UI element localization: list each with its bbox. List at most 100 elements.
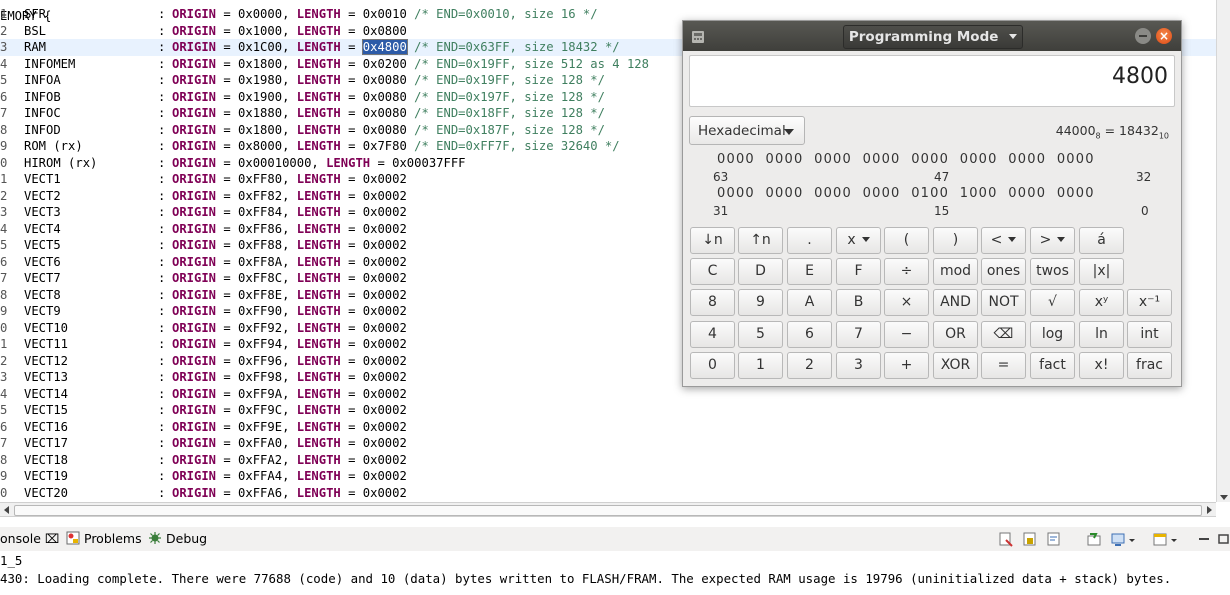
colon: :	[158, 106, 166, 120]
calc-key[interactable]: +	[884, 352, 929, 379]
calc-key[interactable]: E	[787, 258, 832, 285]
scroll-down-arrow-icon[interactable]	[1220, 495, 1228, 500]
keyword: LENGTH	[296, 419, 341, 434]
calculator-menu-icon[interactable]	[691, 29, 705, 43]
calc-key[interactable]: ×	[884, 289, 929, 316]
calc-key[interactable]: XOR	[933, 352, 978, 379]
number-base-select[interactable]: Hexadecimal	[689, 116, 805, 145]
scroll-left-arrow-icon[interactable]	[4, 506, 9, 514]
minimize-icon[interactable]	[1196, 531, 1212, 547]
tab-problems[interactable]: Problems	[66, 531, 142, 547]
calc-key[interactable]: ÷	[884, 258, 929, 285]
maximize-icon[interactable]	[1216, 531, 1230, 547]
calc-key[interactable]: á	[1079, 227, 1124, 254]
scroll-right-arrow-icon[interactable]	[1207, 506, 1212, 514]
calc-key[interactable]: x	[836, 227, 881, 254]
calc-key[interactable]: OR	[933, 321, 978, 348]
console-line: 430: Loading complete. There were 77688 …	[0, 571, 1172, 586]
word-wrap-icon[interactable]	[1046, 531, 1062, 547]
open-console-icon[interactable]	[1152, 531, 1168, 547]
calc-key[interactable]: log	[1030, 321, 1075, 348]
calc-key-label: F	[854, 263, 863, 279]
close-button[interactable]: ×	[1156, 28, 1172, 44]
calc-key[interactable]: 6	[787, 321, 832, 348]
scroll-lock-icon[interactable]	[1022, 531, 1038, 547]
calc-key[interactable]: <	[981, 227, 1026, 254]
mode-menu-button[interactable]: Programming Mode	[843, 25, 1023, 49]
code-line[interactable]: 6 VECT16: ORIGIN = 0xFF9E, LENGTH = 0x0002	[0, 419, 1216, 436]
line-number: 3	[0, 370, 8, 384]
code-line[interactable]: 5 VECT15: ORIGIN = 0xFF9C, LENGTH = 0x0002	[0, 402, 1216, 419]
calc-key[interactable]: ↓n	[690, 227, 735, 254]
bit-row-high[interactable]: 0000 0000 0000 0000 0000 0000 0000 0000	[717, 152, 1095, 167]
code-token: = 0xFF98,	[216, 370, 297, 384]
tab-debug[interactable]: Debug	[148, 531, 207, 547]
pin-console-icon[interactable]	[1086, 531, 1102, 547]
calc-key[interactable]: ↑n	[738, 227, 783, 254]
calc-key[interactable]: C	[690, 258, 735, 285]
code-line[interactable]: 7 VECT17: ORIGIN = 0xFFA0, LENGTH = 0x0002	[0, 435, 1216, 452]
tab-console[interactable]: onsole ⌧	[0, 531, 59, 547]
chevron-down-icon[interactable]	[1128, 531, 1136, 547]
code-token: = 0x0002	[340, 386, 407, 401]
memory-region-name: VECT14	[24, 386, 69, 401]
calc-key[interactable]: mod	[933, 258, 978, 285]
calc-key[interactable]: (	[884, 227, 929, 254]
calc-key[interactable]: 3	[836, 352, 881, 379]
calc-key[interactable]: D	[738, 258, 783, 285]
calc-key[interactable]: >	[1030, 227, 1075, 254]
memory-region-name: VECT15	[24, 403, 69, 417]
calc-key[interactable]: 1	[738, 352, 783, 379]
clear-console-icon[interactable]	[998, 531, 1014, 547]
calc-key[interactable]: 5	[738, 321, 783, 348]
calc-key[interactable]: ln	[1079, 321, 1124, 348]
calc-key[interactable]: frac	[1127, 352, 1172, 379]
colon: :	[158, 370, 166, 384]
calc-key[interactable]: A	[787, 289, 832, 316]
calc-key[interactable]: ⌫	[981, 321, 1026, 348]
calc-key[interactable]: −	[884, 321, 929, 348]
horizontal-scrollbar[interactable]	[0, 502, 1216, 517]
line-number: 8	[0, 287, 8, 302]
calc-key[interactable]: x⁻¹	[1127, 289, 1172, 316]
chevron-down-icon[interactable]	[1170, 531, 1178, 547]
calculator-display[interactable]: 4800	[689, 55, 1175, 107]
calc-key[interactable]: 2	[787, 352, 832, 379]
calc-key[interactable]: F	[836, 258, 881, 285]
decimal-value: 18432	[1119, 123, 1159, 138]
calc-key[interactable]: 8	[690, 289, 735, 316]
calc-key[interactable]: twos	[1030, 258, 1075, 285]
calc-key[interactable]: =	[981, 352, 1026, 379]
calc-key[interactable]: xʸ	[1079, 289, 1124, 316]
calc-key[interactable]: x!	[1079, 352, 1124, 379]
keyword: LENGTH	[296, 7, 341, 21]
minimize-button[interactable]	[1135, 28, 1151, 44]
calc-key[interactable]: ones	[981, 258, 1026, 285]
calc-key[interactable]: AND	[933, 289, 978, 316]
line-number: 6	[0, 419, 8, 434]
calc-key[interactable]: |x|	[1079, 258, 1124, 285]
calc-key[interactable]: fact	[1030, 352, 1075, 379]
calc-key[interactable]: NOT	[981, 289, 1026, 316]
code-line[interactable]: 0 VECT20: ORIGIN = 0xFFA6, LENGTH = 0x0002	[0, 485, 1216, 502]
vertical-scrollbar[interactable]	[1216, 0, 1230, 502]
calc-key[interactable]: 7	[836, 321, 881, 348]
code-line[interactable]: 8 VECT18: ORIGIN = 0xFFA2, LENGTH = 0x0002	[0, 452, 1216, 469]
calc-key[interactable]: 4	[690, 321, 735, 348]
bit-row-low[interactable]: 0000 0000 0000 0000 0100 1000 0000 0000	[717, 186, 1095, 201]
calc-key[interactable]: )	[933, 227, 978, 254]
calc-key[interactable]: √	[1030, 289, 1075, 316]
calc-key[interactable]: B	[836, 289, 881, 316]
display-selected-icon[interactable]	[1110, 531, 1126, 547]
console-output[interactable]: 1_5 430: Loading complete. There were 77…	[0, 551, 1230, 595]
calc-key[interactable]: int	[1127, 321, 1172, 348]
calc-key[interactable]: 0	[690, 352, 735, 379]
code-token: = 0xFFA6,	[216, 485, 297, 500]
calc-key[interactable]: .	[787, 227, 832, 254]
code-line[interactable]: 9 VECT19: ORIGIN = 0xFFA4, LENGTH = 0x0002	[0, 468, 1216, 485]
calc-key-label: 8	[708, 294, 717, 310]
code-line[interactable]: 4 VECT14: ORIGIN = 0xFF9A, LENGTH = 0x0002	[0, 386, 1216, 403]
calculator-titlebar[interactable]: Programming Mode ×	[683, 21, 1181, 51]
scrollbar-thumb[interactable]	[14, 505, 1202, 516]
calc-key[interactable]: 9	[738, 289, 783, 316]
